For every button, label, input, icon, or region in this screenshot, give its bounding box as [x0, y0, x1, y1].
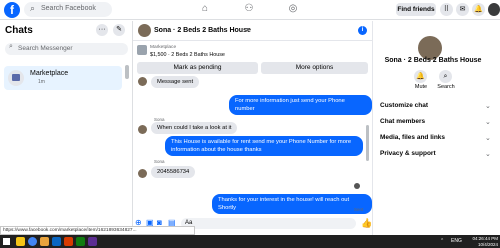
search-icon: ⌕ — [9, 43, 13, 50]
chat-members-item[interactable]: Chat members — [380, 118, 425, 125]
message-sent: This House is available for rent send me… — [165, 136, 363, 156]
contact-mini-avatar — [138, 125, 147, 134]
messages-scrollbar[interactable] — [366, 125, 369, 161]
chats-sidebar: Chats ··· ✎ ⌕ Search Messenger Marketpla… — [0, 21, 133, 235]
find-friends-button[interactable]: Find friends — [396, 3, 436, 16]
link-status-bar: https://www.facebook.com/marketplace/ite… — [0, 226, 195, 235]
chats-title: Chats — [5, 25, 33, 36]
more-options-icon[interactable]: ··· — [96, 24, 108, 36]
chat-title[interactable]: Sona · 2 Beds 2 Baths House — [154, 27, 251, 34]
sender-name: Sona — [154, 159, 165, 164]
conversation-details-panel: Sona · 2 Beds 2 Baths House 🔔 ⌕ Mute Sea… — [372, 21, 500, 235]
windows-start-icon[interactable] — [3, 238, 10, 245]
marketplace-icon — [8, 70, 24, 86]
chevron-down-icon[interactable]: ⌄ — [485, 102, 491, 110]
listing-title: $1,500 · 2 Beds 2 Baths House — [150, 52, 225, 58]
sent-status: Sent — [354, 207, 364, 212]
conversation-name: Marketplace — [30, 70, 69, 77]
media-files-links-item[interactable]: Media, files and links — [380, 134, 445, 141]
file-explorer-icon[interactable] — [16, 237, 25, 246]
tray-chevron-icon[interactable]: ⌃ — [440, 238, 444, 244]
chevron-down-icon[interactable]: ⌄ — [485, 150, 491, 158]
message-received: 2045586734 — [151, 166, 196, 178]
search-label: Search — [437, 84, 455, 90]
language-indicator[interactable]: ENG — [451, 238, 462, 244]
more-options-button[interactable]: More options — [261, 62, 368, 74]
search-icon: ⌕ — [30, 3, 36, 13]
new-message-icon[interactable]: ✎ — [113, 24, 125, 36]
mark-as-pending-button[interactable]: Mark as pending — [137, 62, 258, 74]
app-icon[interactable] — [76, 237, 85, 246]
marketplace-label: Marketplace — [150, 45, 177, 50]
like-icon[interactable]: 👍 — [361, 218, 372, 229]
friends-icon[interactable]: ⚇ — [243, 3, 255, 15]
message-list: Message sent For more information just s… — [133, 75, 372, 221]
search-messenger-input[interactable]: ⌕ Search Messenger — [5, 43, 128, 55]
facebook-search-input[interactable]: ⌕ Search Facebook — [24, 2, 112, 17]
contact-mini-avatar — [138, 77, 147, 86]
message-received: Message sent — [151, 76, 200, 88]
contact-avatar[interactable] — [138, 24, 151, 37]
message-received: When could I take a look at it — [151, 122, 238, 134]
chats-scrollbar[interactable] — [125, 65, 129, 79]
chat-header: Sona · 2 Beds 2 Baths House ▾ i — [133, 21, 372, 41]
contact-mini-avatar — [138, 169, 147, 178]
conversation-marketplace[interactable]: Marketplace 1m — [4, 66, 122, 90]
details-title: Sona · 2 Beds 2 Baths House — [384, 57, 482, 64]
chrome-icon[interactable] — [28, 237, 37, 246]
app-icon[interactable] — [40, 237, 49, 246]
app-icon[interactable] — [52, 237, 61, 246]
search-messenger-placeholder: Search Messenger — [18, 45, 73, 52]
message-input[interactable]: Aa — [181, 218, 356, 229]
chevron-down-icon[interactable]: ⌄ — [485, 134, 491, 142]
listing-thumbnail — [137, 45, 147, 55]
clock-time: 04:26:44 PM — [472, 236, 498, 241]
mute-label: Mute — [414, 84, 428, 90]
search-icon[interactable]: ⌕ — [439, 70, 452, 83]
profile-avatar[interactable] — [488, 3, 500, 16]
message-sent: For more information just send your Phon… — [229, 95, 372, 115]
customize-chat-item[interactable]: Customize chat — [380, 102, 428, 109]
system-clock[interactable]: 04:26:44 PM 10/4/2024 — [470, 236, 498, 247]
facebook-logo[interactable]: f — [4, 2, 20, 18]
top-navigation-bar: f ⌕ Search Facebook ⌂ ⚇ ◎ Find friends ⠿… — [0, 0, 500, 20]
messenger-icon[interactable]: ✉ — [456, 3, 469, 16]
chevron-down-icon[interactable]: ⌄ — [485, 118, 491, 126]
conversation-time: 1m — [38, 79, 45, 85]
listing-actions: Mark as pending More options — [137, 62, 368, 74]
chevron-down-icon[interactable]: ▾ — [246, 26, 249, 33]
menu-grid-icon[interactable]: ⠿ — [440, 3, 453, 16]
app-icon[interactable] — [64, 237, 73, 246]
bell-icon[interactable]: 🔔 — [414, 70, 427, 83]
privacy-support-item[interactable]: Privacy & support — [380, 150, 436, 157]
clock-date: 10/4/2024 — [477, 241, 498, 247]
read-receipt-avatar — [354, 183, 360, 189]
message-sent: Thanks for your interest in the house! w… — [212, 194, 372, 214]
conversation-panel: Sona · 2 Beds 2 Baths House ▾ i Marketpl… — [133, 21, 372, 235]
info-icon[interactable]: i — [358, 26, 367, 35]
search-placeholder: Search Facebook — [41, 5, 96, 12]
home-icon[interactable]: ⌂ — [199, 3, 211, 15]
groups-icon[interactable]: ◎ — [287, 3, 299, 15]
notifications-bell-icon[interactable]: 🔔 — [472, 3, 485, 16]
app-icon[interactable] — [88, 237, 97, 246]
marketplace-listing-card[interactable]: Marketplace $1,500 · 2 Beds 2 Baths Hous… — [133, 42, 372, 62]
windows-taskbar: ⌃ ENG 04:26:44 PM 10/4/2024 — [0, 235, 500, 248]
